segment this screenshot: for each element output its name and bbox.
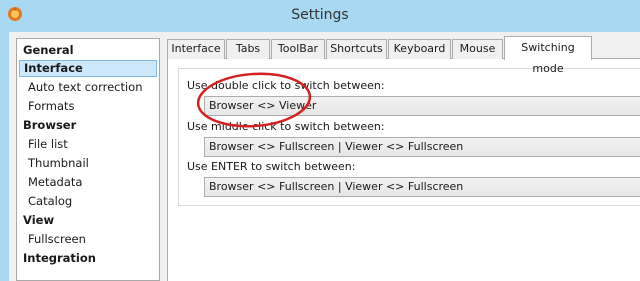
double-click-label: Use double click to switch between: <box>187 79 385 92</box>
enter-combo[interactable]: Browser <> Fullscreen | Viewer <> Fullsc… <box>204 177 640 197</box>
tree-item-interface[interactable]: Interface <box>19 60 157 77</box>
tree-item-formats[interactable]: Formats <box>28 98 75 115</box>
middle-click-label: Use middle click to switch between: <box>187 120 385 133</box>
tab-tabs[interactable]: Tabs <box>226 39 270 59</box>
window-title: Settings <box>291 7 349 23</box>
title-bar: Settings <box>0 0 640 32</box>
tree-item-integration[interactable]: Integration <box>23 250 96 267</box>
tab-switching-mode[interactable]: Switching mode <box>504 36 592 75</box>
tree-item-general[interactable]: General <box>23 42 74 59</box>
tab-mouse[interactable]: Mouse <box>452 39 503 59</box>
tab-shortcuts[interactable]: Shortcuts <box>326 39 387 59</box>
tab-toolbar[interactable]: ToolBar <box>271 39 325 59</box>
double-click-combo[interactable]: Browser <> Viewer <box>204 96 640 116</box>
tab-keyboard[interactable]: Keyboard <box>388 39 451 59</box>
tree-item-browser[interactable]: Browser <box>23 117 76 134</box>
tree-item-auto-text-correction[interactable]: Auto text correction <box>28 79 143 96</box>
tree-item-thumbnail[interactable]: Thumbnail <box>28 155 89 172</box>
tree-item-view[interactable]: View <box>23 212 54 229</box>
tree-item-catalog[interactable]: Catalog <box>28 193 72 210</box>
tree-item-metadata[interactable]: Metadata <box>28 174 82 191</box>
tree-item-file-list[interactable]: File list <box>28 136 68 153</box>
tab-interface[interactable]: Interface <box>167 39 225 59</box>
settings-tree[interactable]: General Interface Auto text correction F… <box>16 38 160 281</box>
middle-click-combo[interactable]: Browser <> Fullscreen | Viewer <> Fullsc… <box>204 137 640 157</box>
tree-item-fullscreen[interactable]: Fullscreen <box>28 231 86 248</box>
enter-label: Use ENTER to switch between: <box>187 160 356 173</box>
